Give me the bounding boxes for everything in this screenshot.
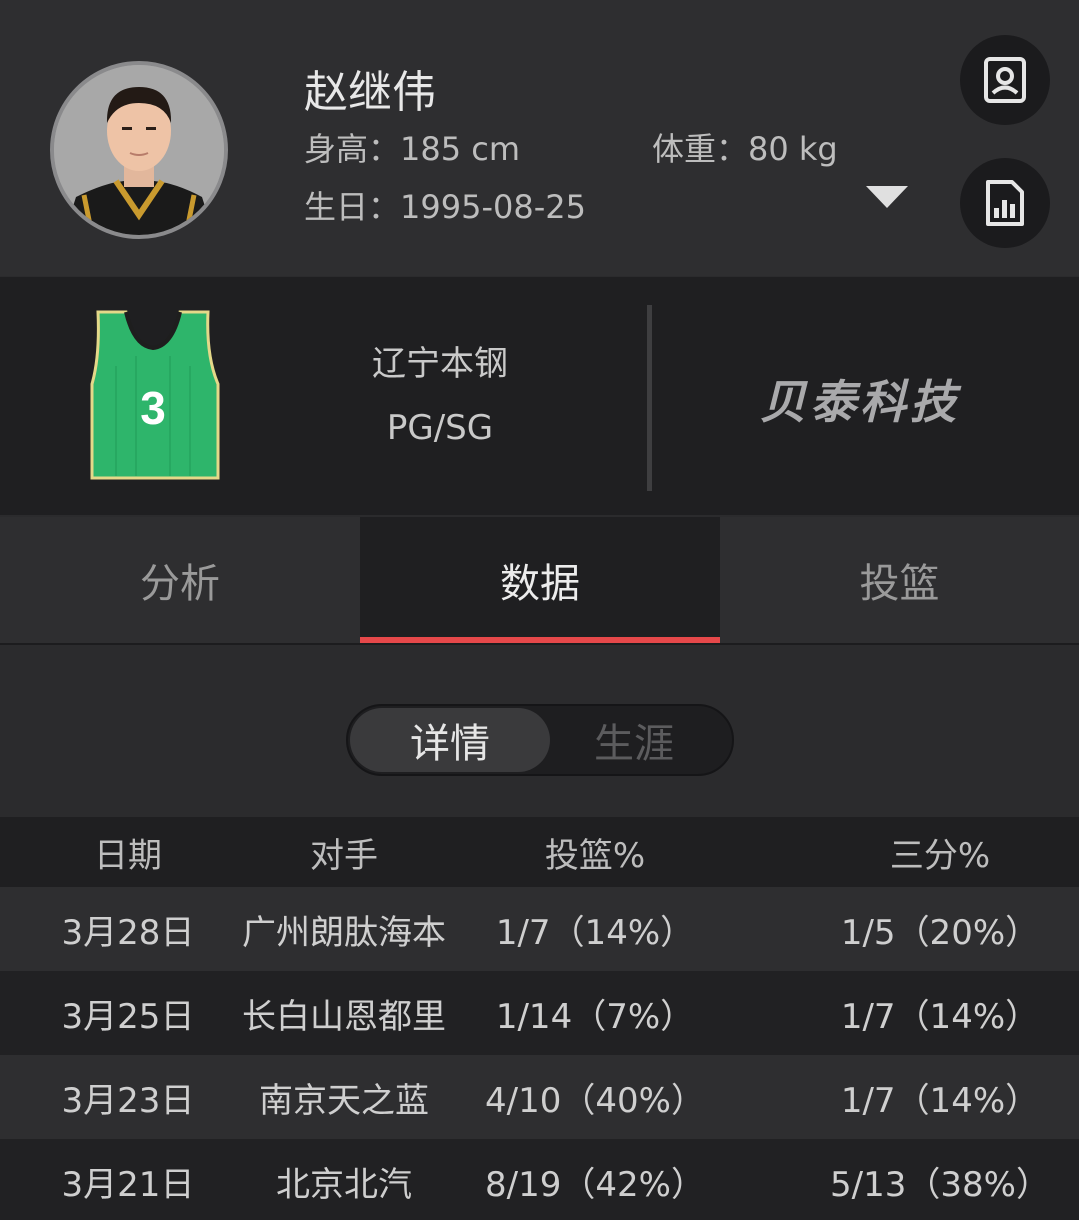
bar-report-icon bbox=[986, 180, 1024, 226]
jersey-icon: 3 bbox=[86, 306, 220, 480]
detail-career-toggle: 详情 生涯 bbox=[346, 704, 734, 776]
segment-career[interactable]: 生涯 bbox=[534, 708, 734, 772]
game-stats-table: 日期 对手 投篮% 三分% 3月28日 广州朗肽海本 1/7（14%） 1/5（… bbox=[0, 817, 1079, 1220]
row-fg: 4/10（40%） bbox=[485, 1080, 705, 1121]
header-opponent: 对手 bbox=[310, 835, 378, 876]
header-fg-pct: 投篮% bbox=[544, 835, 646, 876]
segment-detail[interactable]: 详情 bbox=[350, 708, 550, 772]
tab-analysis[interactable]: 分析 bbox=[0, 517, 360, 643]
table-row[interactable]: 3月25日 长白山恩都里 1/14（7%） 1/7（14%） bbox=[0, 971, 1079, 1055]
table-row[interactable]: 3月21日 北京北汽 8/19（42%） 5/13（38%） bbox=[0, 1139, 1079, 1220]
jersey-number: 3 bbox=[140, 382, 166, 434]
table-header: 日期 对手 投篮% 三分% bbox=[0, 817, 1079, 887]
row-3p: 1/7（14%） bbox=[840, 996, 1040, 1037]
row-opponent: 北京北汽 bbox=[276, 1164, 412, 1205]
player-position: PG/SG bbox=[386, 408, 494, 448]
tab-stats[interactable]: 数据 bbox=[360, 517, 720, 643]
row-3p: 1/5（20%） bbox=[840, 912, 1040, 953]
profile-card-icon bbox=[984, 57, 1026, 103]
row-date: 3月23日 bbox=[61, 1080, 195, 1121]
row-date: 3月28日 bbox=[61, 912, 195, 953]
row-date: 3月21日 bbox=[61, 1164, 195, 1205]
table-row[interactable]: 3月28日 广州朗肽海本 1/7（14%） 1/5（20%） bbox=[0, 887, 1079, 971]
row-3p: 1/7（14%） bbox=[840, 1080, 1040, 1121]
row-3p: 5/13（38%） bbox=[830, 1164, 1050, 1205]
row-opponent: 长白山恩都里 bbox=[242, 996, 446, 1037]
tab-shooting[interactable]: 投篮 bbox=[720, 517, 1079, 643]
team-name: 辽宁本钢 bbox=[372, 344, 508, 384]
player-weight: 体重：80 kg bbox=[652, 130, 838, 168]
report-button[interactable] bbox=[960, 158, 1050, 248]
band-divider bbox=[647, 305, 652, 491]
player-avatar bbox=[50, 61, 228, 239]
header-date: 日期 bbox=[94, 835, 162, 876]
tab-bar: 分析 数据 投篮 bbox=[0, 517, 1079, 645]
sponsor-logo: 贝泰科技 bbox=[760, 375, 960, 429]
player-height: 身高：185 cm bbox=[304, 130, 521, 168]
row-fg: 1/14（7%） bbox=[495, 996, 695, 1037]
row-date: 3月25日 bbox=[61, 996, 195, 1037]
table-row[interactable]: 3月23日 南京天之蓝 4/10（40%） 1/7（14%） bbox=[0, 1055, 1079, 1139]
row-opponent: 广州朗肽海本 bbox=[242, 912, 446, 953]
player-name: 赵继伟 bbox=[304, 67, 436, 118]
profile-button[interactable] bbox=[960, 35, 1050, 125]
player-birthday: 生日：1995-08-25 bbox=[304, 188, 586, 226]
header-3p-pct: 三分% bbox=[889, 835, 991, 876]
active-tab-indicator bbox=[360, 637, 720, 643]
row-opponent: 南京天之蓝 bbox=[259, 1080, 429, 1121]
chevron-down-icon[interactable] bbox=[866, 186, 908, 208]
row-fg: 1/7（14%） bbox=[495, 912, 695, 953]
row-fg: 8/19（42%） bbox=[485, 1164, 705, 1205]
